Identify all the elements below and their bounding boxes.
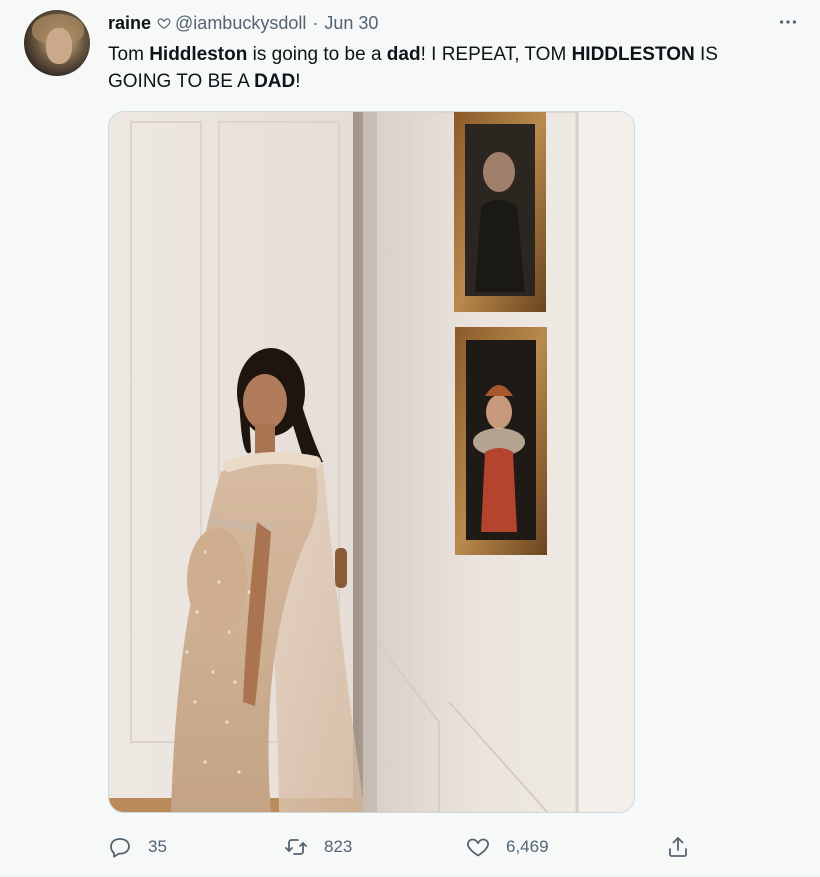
- reply-icon: [108, 835, 132, 859]
- reply-count: 35: [148, 837, 167, 856]
- tweet-header: raine @iambuckysdoll · Jun 30: [108, 12, 378, 34]
- heart-outline-icon: [157, 16, 171, 30]
- display-name[interactable]: raine: [108, 13, 151, 34]
- retweet-count: 823: [324, 837, 353, 856]
- tweet-card: raine @iambuckysdoll · Jun 30 Tom Hiddle…: [0, 0, 820, 877]
- text-part: !: [295, 71, 301, 92]
- tweet-date[interactable]: Jun 30: [324, 13, 378, 34]
- photo-illustration: [109, 112, 634, 812]
- share-icon: [666, 835, 690, 859]
- retweet-icon: [284, 835, 308, 859]
- tweet-text: Tom Hiddleston is going to be a dad! I R…: [108, 41, 768, 95]
- like-count: 6,469: [506, 837, 549, 856]
- tweet-photo[interactable]: [108, 111, 635, 813]
- text-part-bold: dad: [386, 44, 421, 65]
- text-part: ! I REPEAT, TOM: [420, 44, 572, 65]
- text-part: is going to be a: [247, 44, 387, 65]
- more-horizontal-icon[interactable]: [774, 8, 802, 36]
- share-button[interactable]: [666, 830, 690, 864]
- like-button[interactable]: 6,469: [466, 830, 549, 864]
- tweet-actions: 35 823 6,469: [108, 830, 708, 864]
- reply-button[interactable]: 35: [108, 830, 167, 864]
- text-part-bold: Hiddleston: [149, 44, 248, 65]
- retweet-button[interactable]: 823: [284, 830, 352, 864]
- text-part-bold: HIDDLESTON: [571, 44, 695, 65]
- text-part-bold: DAD: [254, 71, 296, 92]
- handle[interactable]: @iambuckysdoll: [175, 13, 306, 34]
- avatar[interactable]: [24, 10, 90, 76]
- text-part: Tom: [108, 44, 150, 65]
- avatar-face: [46, 28, 72, 64]
- separator-dot: ·: [312, 12, 319, 33]
- heart-icon: [466, 835, 490, 859]
